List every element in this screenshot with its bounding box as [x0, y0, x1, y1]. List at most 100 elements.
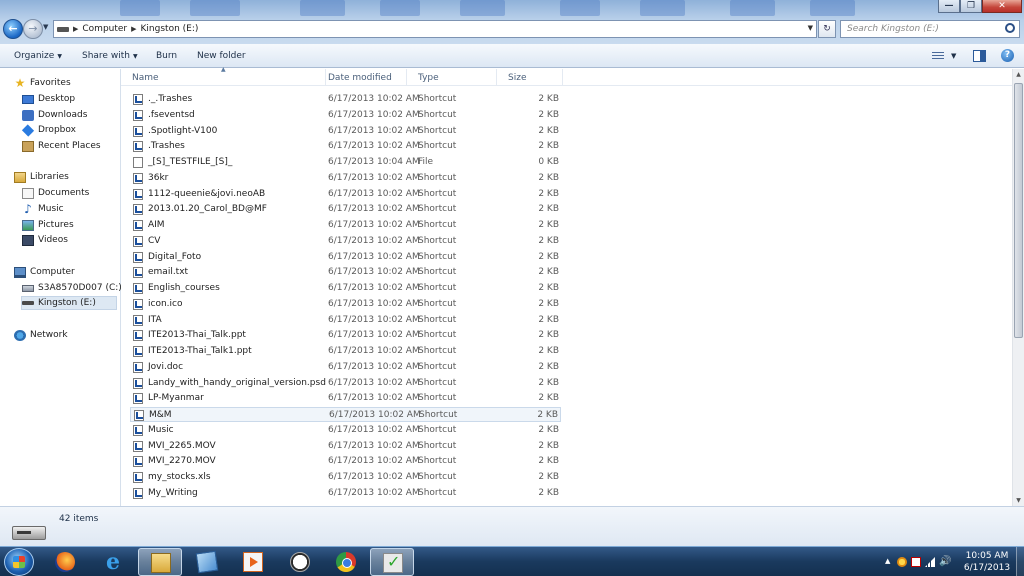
file-row[interactable]: 36kr 6/17/2013 10:02 AM Shortcut 2 KB: [130, 171, 561, 186]
preview-pane-icon[interactable]: [973, 50, 986, 62]
taskbar-clock[interactable]: [278, 548, 322, 576]
taskbar-chrome[interactable]: [324, 548, 368, 576]
file-size: 2 KB: [538, 94, 559, 104]
file-row[interactable]: .fseventsd 6/17/2013 10:02 AM Shortcut 2 KB: [130, 108, 561, 123]
network-signal-icon[interactable]: [925, 557, 935, 567]
nav-drive-c[interactable]: S3A8570D007 (C:): [22, 281, 122, 295]
organize-button[interactable]: Organize ▼: [14, 51, 62, 61]
show-desktop-button[interactable]: [1016, 547, 1024, 576]
file-name: ITE2013-Thai_Talk1.ppt: [148, 346, 252, 356]
refresh-button[interactable]: ↻: [818, 20, 836, 38]
file-row[interactable]: my_stocks.xls 6/17/2013 10:02 AM Shortcut 2…: [130, 470, 561, 485]
security-icon[interactable]: [897, 557, 907, 567]
nav-videos[interactable]: Videos: [22, 233, 68, 247]
minimize-button[interactable]: —: [938, 0, 960, 13]
address-bar[interactable]: ▶ Computer ▶ Kingston (E:) ▼: [53, 20, 817, 38]
search-input[interactable]: Search Kingston (E:): [840, 20, 1020, 38]
nav-drive-e[interactable]: Kingston (E:): [21, 296, 117, 310]
media-player-icon: [243, 552, 263, 572]
start-button[interactable]: [4, 548, 34, 576]
maximize-button[interactable]: ❐: [960, 0, 982, 13]
file-row[interactable]: Digital_Foto 6/17/2013 10:02 AM Shortcut 2 …: [130, 250, 561, 265]
taskbar-checklist[interactable]: [370, 548, 414, 576]
file-row[interactable]: Jovi.doc 6/17/2013 10:02 AM Shortcut 2 KB: [130, 360, 561, 375]
action-center-flag-icon[interactable]: [911, 557, 921, 567]
computer-icon: [14, 266, 26, 278]
file-row[interactable]: LP-Myanmar 6/17/2013 10:02 AM Shortcut 2 KB: [130, 391, 561, 406]
taskbar-sticky-notes[interactable]: [185, 548, 229, 576]
file-row[interactable]: English_courses 6/17/2013 10:02 AM Shortcu…: [130, 281, 561, 296]
file-row[interactable]: CV 6/17/2013 10:02 AM Shortcut 2 KB: [130, 234, 561, 249]
column-header-size[interactable]: Size: [497, 69, 563, 86]
more-views-chevron-icon[interactable]: ▼: [951, 52, 956, 60]
file-row[interactable]: email.txt 6/17/2013 10:02 AM Shortcut 2 KB: [130, 265, 561, 280]
file-row[interactable]: .Trashes 6/17/2013 10:02 AM Shortcut 2 KB: [130, 139, 561, 154]
nav-dropbox[interactable]: Dropbox: [21, 123, 76, 137]
file-size: 2 KB: [538, 440, 559, 451]
column-header-date[interactable]: Date modified: [317, 69, 407, 86]
background-thumbnail: [560, 0, 600, 16]
vertical-scrollbar[interactable]: ▲ ▼: [1012, 69, 1024, 506]
nav-recent-places[interactable]: Recent Places: [22, 139, 101, 153]
help-icon[interactable]: ?: [1001, 49, 1014, 62]
file-row[interactable]: Music 6/17/2013 10:02 AM Shortcut 2 KB: [130, 423, 561, 438]
recent-pages-chevron-icon[interactable]: ▼: [43, 23, 48, 31]
nav-documents[interactable]: Documents: [22, 186, 89, 200]
nav-pictures[interactable]: Pictures: [22, 218, 74, 232]
nav-network[interactable]: Network: [14, 328, 68, 342]
nav-music[interactable]: ♪ Music: [22, 202, 63, 216]
column-header-name[interactable]: Name ▲: [121, 66, 326, 86]
file-row[interactable]: 2013.01.20_Carol_BD@MF 6/17/2013 10:02 AM…: [130, 202, 561, 217]
file-row[interactable]: ITE2013-Thai_Talk.ppt 6/17/2013 10:02 AM S…: [130, 328, 561, 343]
forward-button[interactable]: →: [23, 19, 43, 39]
file-row[interactable]: Landy_with_handy_original_version.psd 6/1…: [130, 376, 561, 391]
shortcut-icon: [133, 361, 143, 373]
file-row[interactable]: ITE2013-Thai_Talk1.ppt 6/17/2013 10:02 AM…: [130, 344, 561, 359]
taskbar-internet-explorer[interactable]: e: [91, 548, 135, 576]
file-row[interactable]: AIM 6/17/2013 10:02 AM Shortcut 2 KB: [130, 218, 561, 233]
new-folder-button[interactable]: New folder: [197, 51, 246, 61]
file-row[interactable]: MVI_2270.MOV 6/17/2013 10:02 AM Shortcut 2 …: [130, 454, 561, 469]
taskbar-windows-explorer[interactable]: [138, 548, 182, 576]
scroll-down-icon[interactable]: ▼: [1013, 495, 1024, 506]
change-view-icon[interactable]: [932, 52, 944, 61]
back-button[interactable]: ←: [3, 19, 23, 39]
file-row[interactable]: MVI_2265.MOV 6/17/2013 10:02 AM Shortcut 2 …: [130, 439, 561, 454]
show-hidden-icons-icon[interactable]: ▲: [885, 557, 893, 567]
breadcrumb-kingston[interactable]: Kingston (E:): [141, 24, 199, 34]
scroll-up-icon[interactable]: ▲: [1013, 69, 1024, 80]
chevron-right-icon[interactable]: ▶: [131, 25, 136, 33]
taskbar-media-player[interactable]: [231, 548, 275, 576]
file-row[interactable]: _[S]_TESTFILE_[S]_ 6/17/2013 10:04 AM File…: [130, 155, 561, 170]
taskbar-clock-readout[interactable]: 10:05 AM 6/17/2013: [958, 550, 1016, 574]
nav-computer[interactable]: Computer: [14, 265, 75, 279]
close-button[interactable]: ✕: [982, 0, 1022, 13]
chevron-right-icon[interactable]: ▶: [73, 25, 78, 33]
file-row[interactable]: icon.ico 6/17/2013 10:02 AM Shortcut 2 KB: [130, 297, 561, 312]
file-date-modified: 6/17/2013 10:02 AM: [328, 188, 420, 199]
file-size: 2 KB: [538, 361, 559, 372]
column-header-type[interactable]: Type: [407, 69, 497, 86]
breadcrumb-computer[interactable]: Computer: [82, 24, 127, 34]
file-row[interactable]: .Spotlight-V100 6/17/2013 10:02 AM Shortcu…: [130, 124, 561, 139]
internet-explorer-icon: e: [106, 549, 120, 575]
nav-downloads[interactable]: Downloads: [22, 108, 87, 122]
nav-desktop[interactable]: Desktop: [22, 92, 75, 106]
file-row[interactable]: ITA 6/17/2013 10:02 AM Shortcut 2 KB: [130, 313, 561, 328]
nav-favorites[interactable]: ★ Favorites: [14, 76, 71, 90]
search-icon[interactable]: [1005, 23, 1015, 33]
taskbar-firefox[interactable]: [43, 548, 87, 576]
burn-button[interactable]: Burn: [156, 51, 177, 61]
file-size: 2 KB: [538, 424, 559, 435]
shortcut-icon: [133, 141, 143, 153]
file-row[interactable]: 1112-queenie&jovi.neoAB 6/17/2013 10:02 A…: [130, 187, 561, 202]
sticky-notes-icon: [195, 550, 219, 574]
file-row[interactable]: My_Writing 6/17/2013 10:02 AM Shortcut 2 KB: [130, 486, 561, 501]
file-row[interactable]: M&M 6/17/2013 10:02 AM Shortcut 2 KB: [130, 407, 561, 422]
share-with-button[interactable]: Share with ▼: [82, 51, 138, 61]
nav-libraries[interactable]: Libraries: [14, 170, 69, 184]
scroll-thumb[interactable]: [1014, 83, 1023, 338]
file-row[interactable]: ._.Trashes 6/17/2013 10:02 AM Shortcut 2 KB: [130, 92, 561, 107]
address-dropdown-icon[interactable]: ▼: [808, 24, 813, 32]
volume-icon[interactable]: 🔊: [939, 557, 951, 567]
